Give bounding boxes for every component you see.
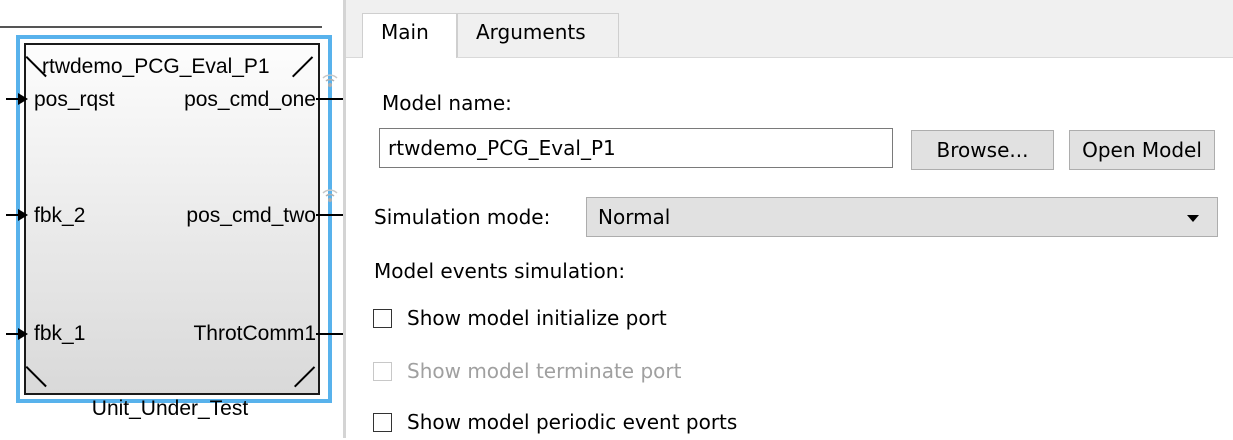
open-model-button[interactable]: Open Model: [1069, 130, 1215, 170]
input-arrow-icon: [18, 209, 28, 221]
output-port-label: ThrotComm1: [193, 322, 316, 345]
block-caption[interactable]: Unit_Under_Test: [0, 398, 340, 419]
checkbox-label: Show model initialize port: [407, 306, 667, 330]
model-name-label: Model name:: [382, 91, 512, 115]
block-model-name: rtwdemo_PCG_Eval_P1: [42, 55, 270, 78]
model-name-input[interactable]: [379, 128, 893, 168]
dropdown-arrow-icon: [1187, 215, 1199, 222]
browse-button[interactable]: Browse...: [911, 130, 1054, 170]
tab-arguments[interactable]: Arguments: [457, 13, 619, 57]
tab-main[interactable]: Main: [362, 13, 457, 58]
input-arrow-icon: [18, 328, 28, 340]
tab-bar: Main Arguments: [346, 0, 1233, 58]
output-signal-line[interactable]: [316, 333, 343, 335]
checkbox-box[interactable]: [373, 413, 392, 432]
checkbox-box: [373, 362, 392, 381]
simulation-mode-label: Simulation mode:: [374, 205, 551, 229]
model-events-label: Model events simulation:: [374, 259, 626, 283]
model-canvas[interactable]: rtwdemo_PCG_Eval_P1 pos_rqst fbk_2 fbk_1…: [0, 0, 343, 438]
input-port-label: pos_rqst: [34, 88, 115, 111]
input-port-label: fbk_1: [34, 322, 86, 345]
checkbox-label: Show model periodic event ports: [407, 410, 738, 434]
output-port-label: pos_cmd_one: [184, 88, 316, 111]
simulation-mode-dropdown[interactable]: Normal: [586, 197, 1218, 237]
canvas-divider-line: [0, 26, 322, 28]
block-parameters-panel: Main Arguments Model name: Browse... Ope…: [346, 0, 1233, 438]
input-port-label: fbk_2: [34, 204, 86, 227]
output-signal-line[interactable]: [316, 214, 343, 216]
output-port-label: pos_cmd_two: [186, 204, 316, 227]
input-arrow-icon: [18, 93, 28, 105]
output-signal-line[interactable]: [316, 98, 343, 100]
signal-logging-icon[interactable]: [321, 68, 339, 94]
checkbox-box[interactable]: [373, 309, 392, 328]
checkbox-label: Show model terminate port: [407, 359, 682, 383]
simulation-mode-value: Normal: [598, 205, 671, 229]
signal-logging-icon[interactable]: [321, 183, 339, 209]
